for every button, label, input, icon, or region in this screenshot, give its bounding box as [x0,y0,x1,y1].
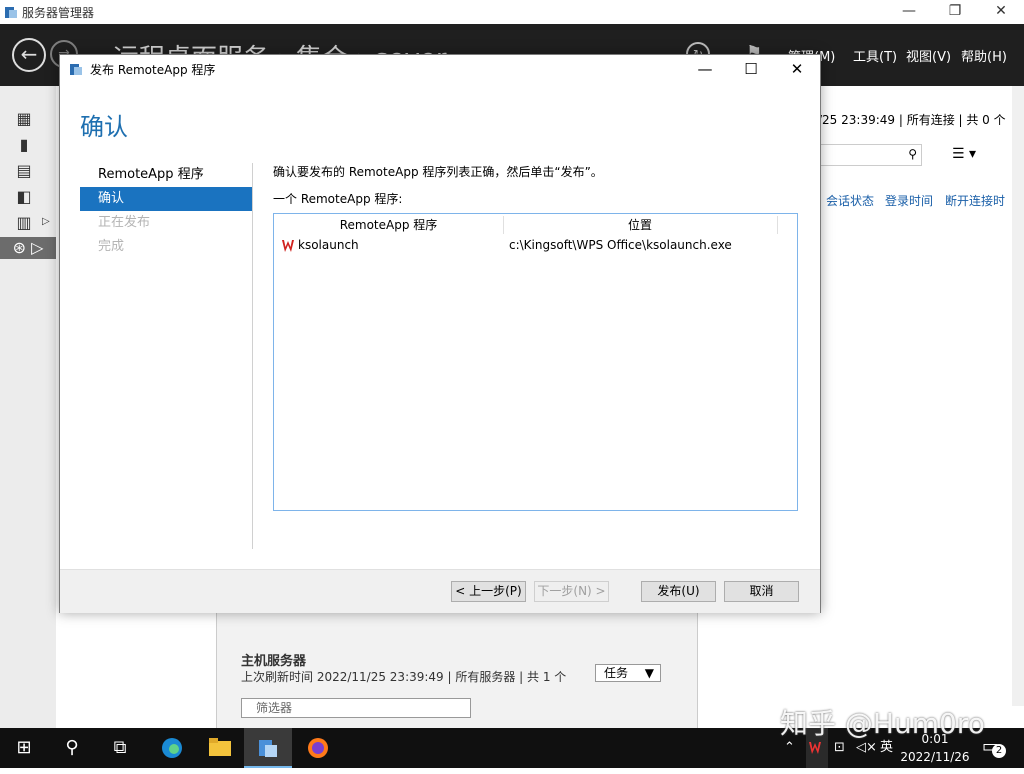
remote-desktop-nav[interactable]: ⊛ ▷ [0,237,56,259]
edge-icon [162,738,182,758]
local-server-nav[interactable]: ▮ [12,134,36,156]
window-title: 服务器管理器 [22,6,95,20]
wps-icon [282,240,294,252]
steps-divider [252,163,253,549]
main-scrollbar[interactable] [1012,86,1024,706]
cancel-button[interactable]: 取消 [724,581,799,602]
server-manager-titlebar: 服务器管理器 — ❐ ✕ [0,0,1024,24]
close-icon: ✕ [790,60,804,78]
server-manager-icon [259,740,277,757]
remoteapp-list[interactable]: RemoteApp 程序 位置 ksolaunch c:\Kingsoft\WP… [273,213,798,511]
file-services-nav[interactable]: ◧ [12,186,36,208]
servers-icon: ▤ [16,161,32,180]
host-servers-section: 主机服务器 上次刷新时间 2022/11/25 23:39:49 | 所有服务器… [216,612,698,728]
task-view-icon: ⧉ [113,737,127,758]
menu-help[interactable]: 帮助(H) [961,46,1007,65]
column-login-time[interactable]: 登录时间 [885,192,933,209]
dialog-minimize-button[interactable]: — [682,57,728,81]
back-button[interactable]: ← [12,38,46,72]
folder-servers-icon: ▥ [16,213,32,232]
column-disconnect-time[interactable]: 断开连接时 [945,192,1005,209]
connections-refresh-text: /25 23:39:49 | 所有连接 | 共 0 个 [818,113,1006,127]
wps-icon [809,741,821,754]
program-location: c:\Kingsoft\WPS Office\ksolaunch.exe [509,238,732,252]
instruction-text: 确认要发布的 RemoteApp 程序列表正确，然后单击“发布”。 [273,165,603,179]
page-title: 确认 [80,113,128,141]
clock-date: 2022/11/26 [900,750,970,764]
folder-icon [209,738,231,756]
edge-taskbar-button[interactable] [148,728,196,768]
firefox-taskbar-button[interactable] [294,728,342,768]
arrow-left-icon: ← [20,42,38,66]
server-manager-icon [70,64,82,75]
menu-view[interactable]: 视图(V) [906,46,951,65]
dashboard-icon: ▦ [16,109,32,128]
minimize-icon: — [697,60,713,78]
menu-tools[interactable]: 工具(T) [853,46,897,65]
all-servers-nav[interactable]: ▤ [12,160,36,182]
task-view-button[interactable]: ⧉ [96,728,144,768]
iis-nav[interactable]: ▥ [12,212,36,234]
explorer-taskbar-button[interactable] [196,728,244,768]
search-button[interactable]: ⚲ [48,728,96,768]
notification-count-badge: 2 [992,744,1006,758]
step-confirm[interactable]: 确认 [80,187,252,211]
remote-desktop-icon: ⊛ ▷ [12,238,44,257]
table-row[interactable]: ksolaunch c:\Kingsoft\WPS Office\ksolaun… [274,235,797,256]
dialog-title: 发布 RemoteApp 程序 [90,63,216,77]
previous-button[interactable]: < 上一步(P) [451,581,526,602]
filter-input[interactable]: 筛选器 [241,698,471,718]
step-remoteapp-programs[interactable]: RemoteApp 程序 [80,163,252,187]
next-button: 下一步(N) > [534,581,609,602]
start-button[interactable]: ⊞ [0,728,48,768]
dialog-footer: < 上一步(P) 下一步(N) > 发布(U) 取消 [60,569,820,613]
host-section-subtitle: 上次刷新时间 2022/11/25 23:39:49 | 所有服务器 | 共 1… [241,670,567,684]
dialog-close-button[interactable]: ✕ [774,57,820,81]
server-manager-icon [5,7,17,18]
tasks-dropdown[interactable]: 任务 ▼ [595,664,661,682]
column-header-program[interactable]: RemoteApp 程序 [274,216,504,234]
step-complete: 完成 [98,239,125,254]
connections-search-input[interactable]: ⚲ [818,144,922,166]
firefox-icon [308,738,328,758]
maximize-icon: ☐ [744,60,758,78]
column-options-icon[interactable]: ☰ ▾ [952,146,976,162]
watermark: 知乎 @Hum0ro [780,707,985,740]
search-icon: ⚲ [65,737,79,758]
server-manager-taskbar-button[interactable] [244,728,292,768]
publish-remoteapp-dialog: 发布 RemoteApp 程序 — ☐ ✕ 确认 RemoteApp 程序 确认… [59,54,821,613]
column-header-location[interactable]: 位置 [503,216,778,234]
dashboard-nav[interactable]: ▦ [12,108,36,130]
dialog-maximize-button[interactable]: ☐ [728,57,774,81]
host-section-title: 主机服务器 [241,654,307,669]
dropdown-arrow-icon: ▼ [644,666,654,680]
filter-placeholder: 筛选器 [256,701,293,715]
left-nav: ▦ ▮ ▤ ◧ ▥ ▷ ⊛ ▷ [0,86,57,728]
program-name: ksolaunch [298,238,359,252]
step-publishing: 正在发布 [98,215,151,230]
minimize-button[interactable]: — [886,0,932,24]
storage-icon: ◧ [16,187,32,206]
tasks-label: 任务 [604,666,629,680]
connections-pane: /25 23:39:49 | 所有连接 | 共 0 个 ⚲ ☰ ▾ 会话状态 登… [818,100,1014,700]
server-icon: ▮ [19,135,29,154]
dialog-titlebar: 发布 RemoteApp 程序 — ☐ ✕ [60,55,820,83]
restore-button[interactable]: ❐ [932,0,978,24]
program-count-label: 一个 RemoteApp 程序: [273,192,403,206]
expand-chevron-icon[interactable]: ▷ [42,216,50,227]
windows-icon: ⊞ [16,737,32,758]
publish-button[interactable]: 发布(U) [641,581,716,602]
column-session-state[interactable]: 会话状态 [826,192,874,209]
search-icon: ⚲ [908,147,917,161]
close-button[interactable]: ✕ [978,0,1024,24]
